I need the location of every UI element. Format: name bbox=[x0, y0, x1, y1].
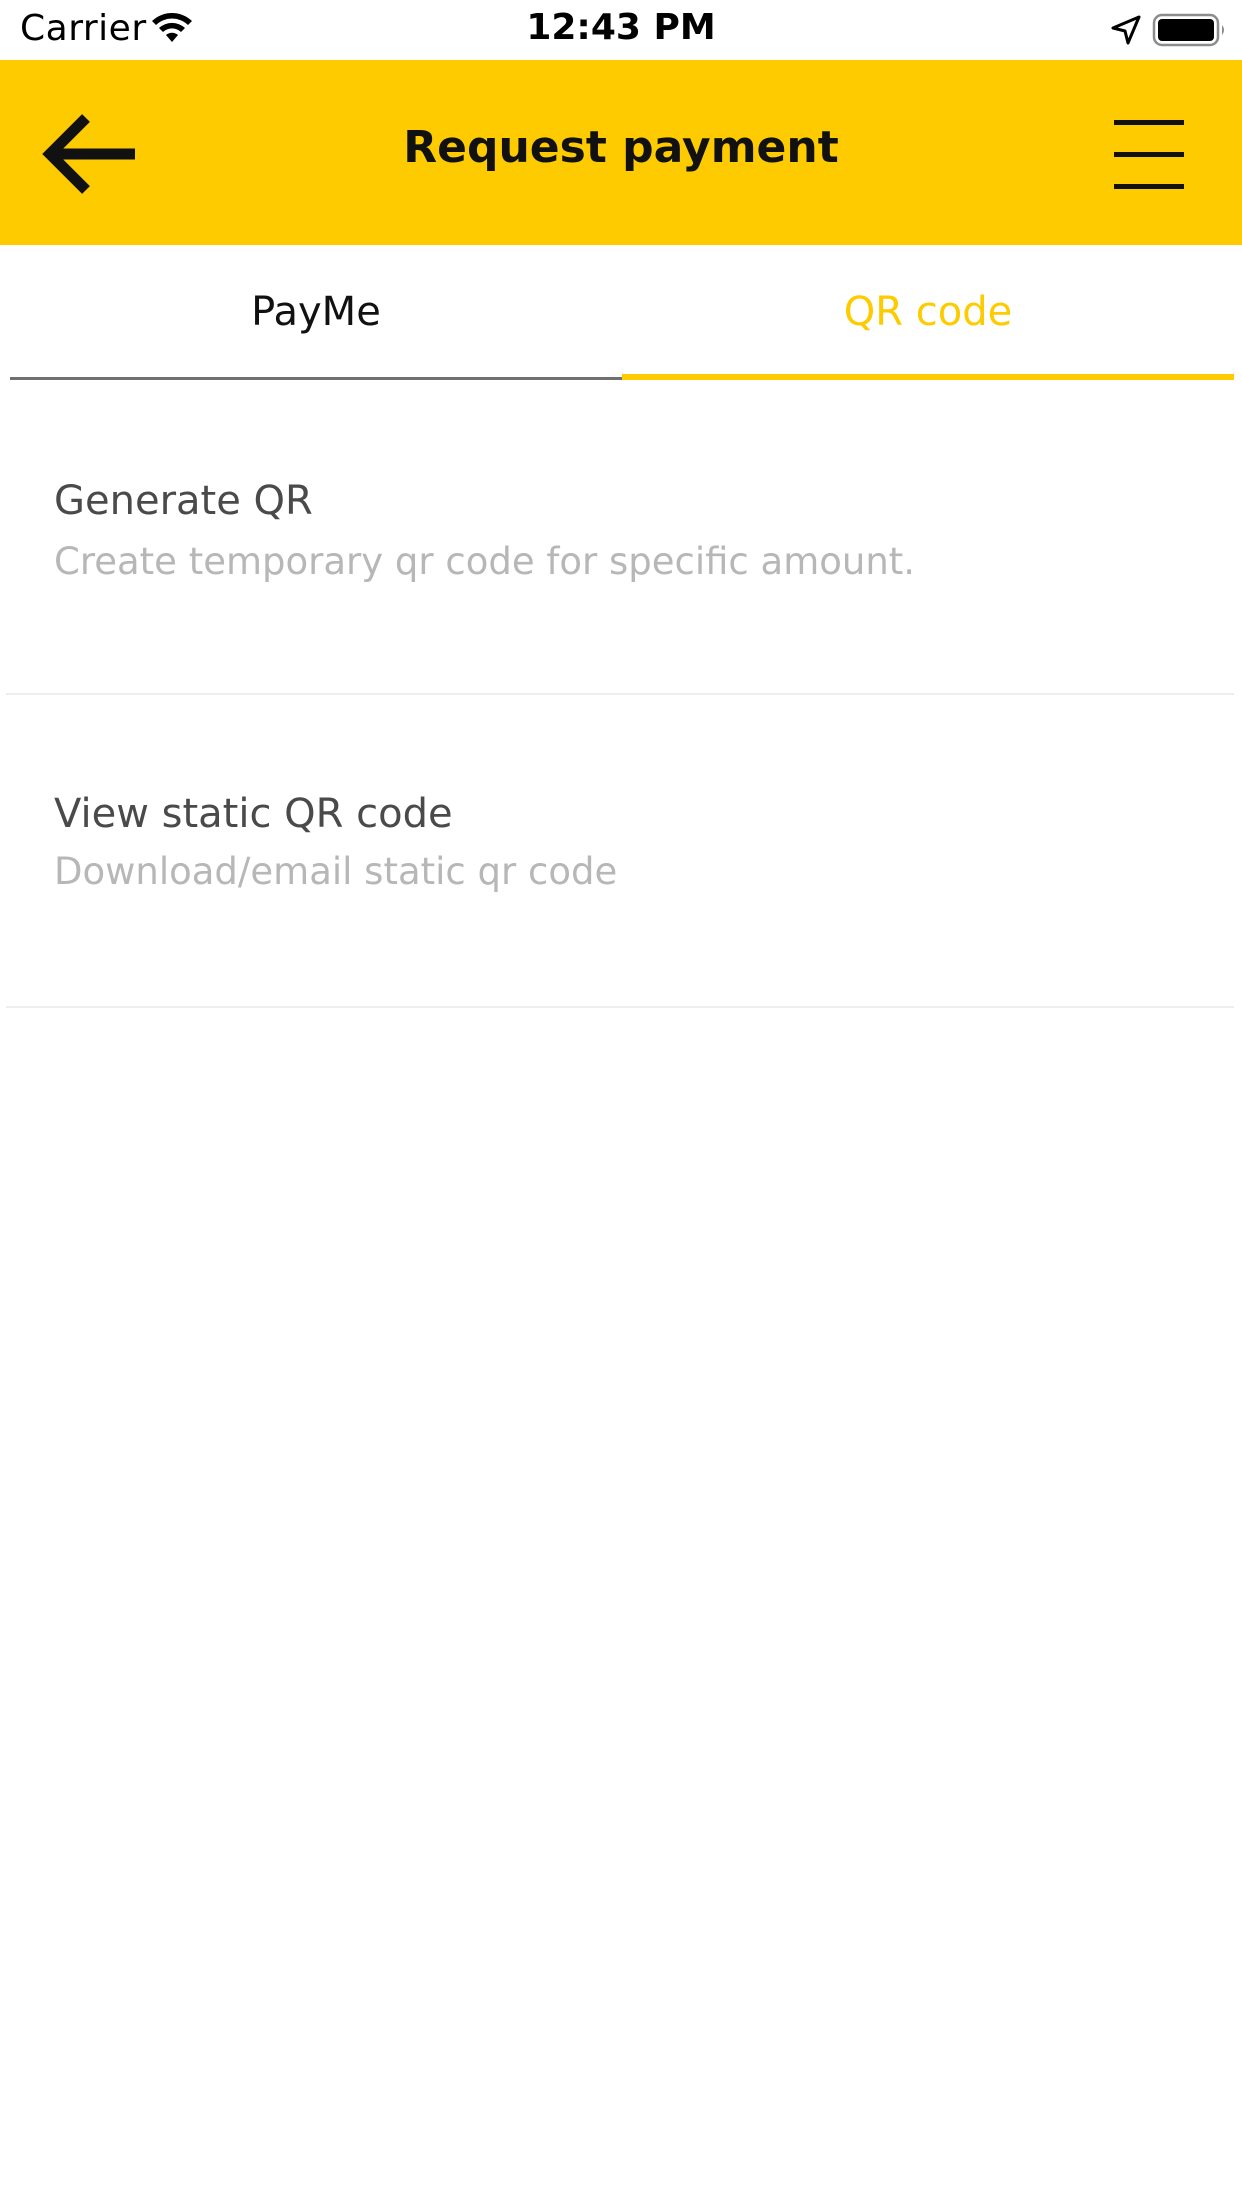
list-item-subtitle: Create temporary qr code for specific am… bbox=[54, 540, 916, 583]
status-bar: Carrier 12:43 PM bbox=[0, 0, 1242, 60]
tab-bar: PayMe QR code bbox=[0, 245, 1242, 380]
tab-payme[interactable]: PayMe bbox=[10, 245, 622, 380]
tab-qr-code[interactable]: QR code bbox=[622, 245, 1234, 380]
battery-icon bbox=[1152, 13, 1224, 47]
list-item-subtitle: Download/email static qr code bbox=[54, 850, 618, 893]
list-item-static-qr[interactable]: View static QR code Download/email stati… bbox=[6, 695, 1234, 1008]
location-arrow-icon bbox=[1111, 15, 1141, 45]
app-header: Request payment bbox=[0, 60, 1242, 245]
list-item-title: Generate QR bbox=[54, 478, 313, 524]
status-time: 12:43 PM bbox=[526, 7, 716, 48]
page-title: Request payment bbox=[403, 122, 839, 173]
menu-button[interactable] bbox=[1106, 112, 1192, 198]
list-item-generate-qr[interactable]: Generate QR Create temporary qr code for… bbox=[6, 380, 1234, 695]
list-item-title: View static QR code bbox=[54, 791, 453, 837]
hamburger-menu-icon bbox=[1114, 120, 1184, 189]
